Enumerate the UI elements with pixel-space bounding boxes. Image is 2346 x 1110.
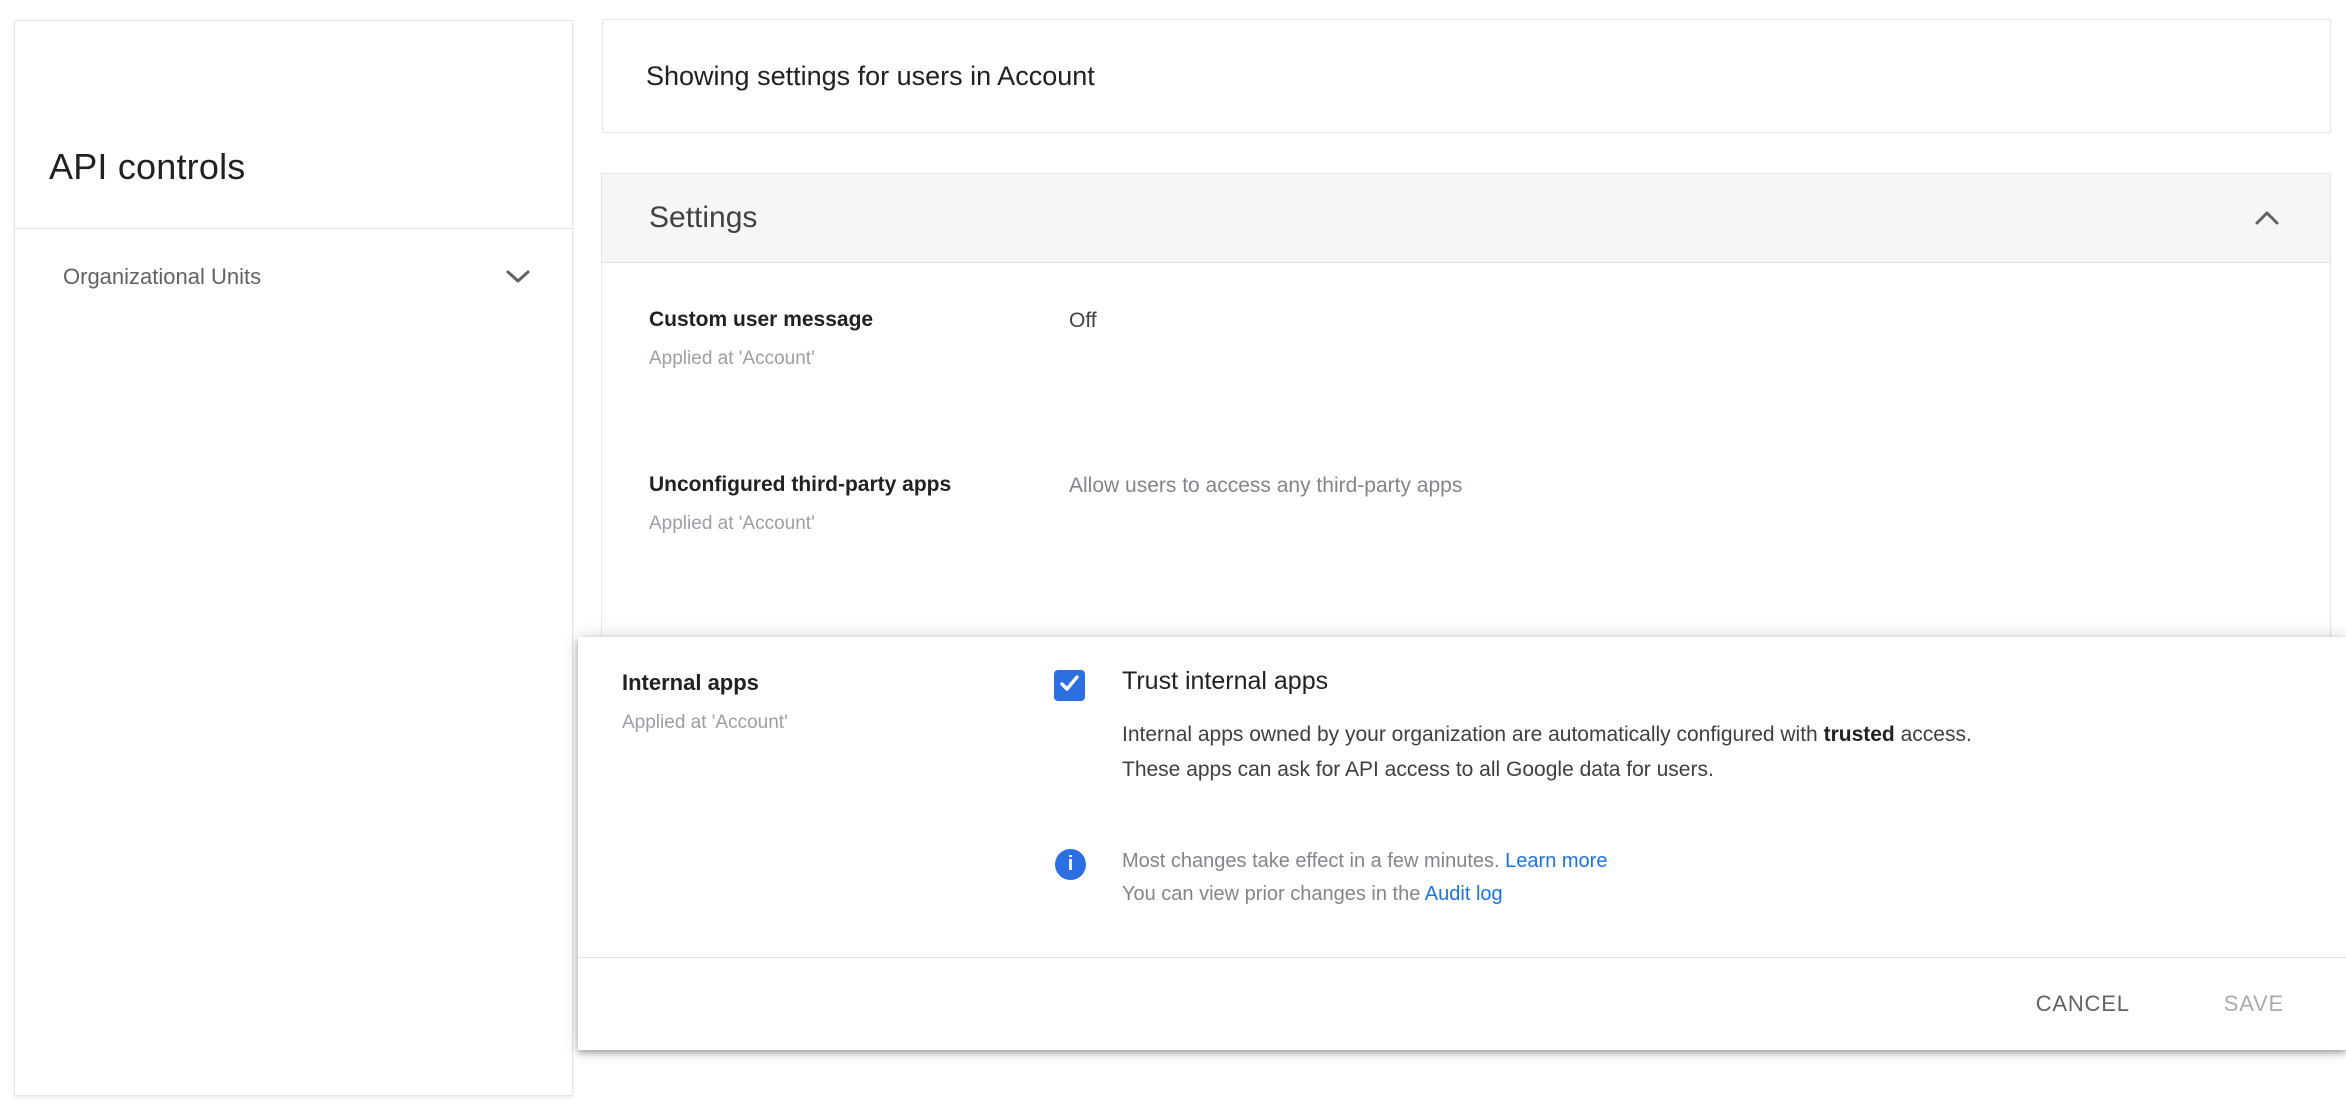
setting-label: Unconfigured third-party apps [649,473,952,496]
internal-apps-card: Internal apps Applied at 'Account' Trust… [578,637,2346,1050]
cancel-button[interactable]: CANCEL [2032,983,2134,1025]
internal-apps-applied-at: Applied at 'Account' [622,712,788,733]
setting-label-column: Unconfigured third-party apps Applied at… [649,473,1069,535]
checkmark-icon [1058,672,1081,700]
dialog-footer: CANCEL SAVE [578,958,2346,1050]
settings-section-title: Settings [649,201,758,234]
setting-row-custom-user-message[interactable]: Custom user message Applied at 'Account'… [649,308,2330,370]
notice-line1: Most changes take effect in a few minute… [1122,850,1608,872]
setting-applied-at: Applied at 'Account' [649,348,815,369]
chevron-up-icon[interactable] [2252,209,2282,227]
trust-description-line2: These apps can ask for API access to all… [1122,758,1714,781]
setting-row-unconfigured-third-party-apps[interactable]: Unconfigured third-party apps Applied at… [649,473,2330,535]
page-title: API controls [49,146,246,187]
internal-apps-label: Internal apps [622,670,759,695]
trust-description: Internal apps owned by your organization… [1122,717,1972,787]
scope-text: Showing settings for users in Account [646,60,1095,91]
changes-notice: i Most changes take effect in a few minu… [1055,845,1607,911]
chevron-down-icon [504,268,532,286]
scope-bar: Showing settings for users in Account [602,19,2331,133]
notice-text: Most changes take effect in a few minute… [1122,845,1607,911]
settings-section-header[interactable]: Settings [602,174,2330,263]
settings-body: Custom user message Applied at 'Account'… [602,263,2330,535]
sidebar-title-block: API controls [15,21,572,229]
trust-column: Trust internal apps Internal apps owned … [1122,667,1972,787]
audit-log-link[interactable]: Audit log [1425,883,1503,905]
sidebar-item-organizational-units[interactable]: Organizational Units [15,229,572,325]
internal-apps-label-column: Internal apps Applied at 'Account' [622,670,788,734]
trust-description-line1: Internal apps owned by your organization… [1122,723,1972,746]
trust-internal-apps-checkbox[interactable] [1054,670,1085,701]
setting-label-column: Custom user message Applied at 'Account' [649,308,1069,370]
info-icon: i [1055,849,1086,880]
trusted-bold: trusted [1823,723,1895,746]
internal-apps-content: Internal apps Applied at 'Account' Trust… [578,637,2346,958]
save-button[interactable]: SAVE [2220,983,2288,1025]
organizational-units-label: Organizational Units [63,264,262,289]
setting-label: Custom user message [649,308,874,331]
setting-value: Allow users to access any third-party ap… [1069,474,1463,497]
trust-internal-apps-label[interactable]: Trust internal apps [1122,667,1972,696]
api-controls-page: API controls Organizational Units Showin… [0,0,2346,1110]
learn-more-link[interactable]: Learn more [1505,850,1607,872]
setting-applied-at: Applied at 'Account' [649,513,815,534]
sidebar: API controls Organizational Units [14,20,573,1096]
notice-line2: You can view prior changes in the Audit … [1122,883,1503,905]
setting-value: Off [1069,309,1097,332]
